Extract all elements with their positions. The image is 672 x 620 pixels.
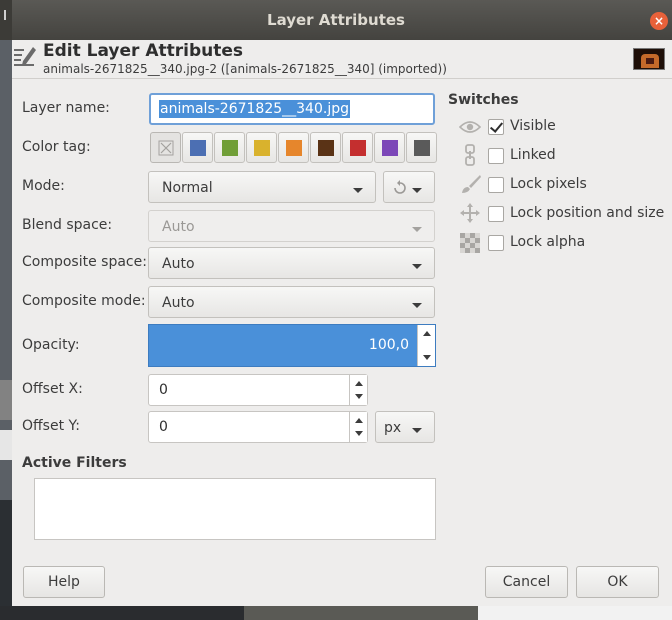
offset-x-value: 0 [159,382,168,398]
blend-space-dropdown[interactable]: Auto [148,210,435,242]
chevron-down-icon [412,227,422,232]
mode-reset-dropdown[interactable] [383,171,435,203]
lock-pixels-checkbox[interactable] [488,177,504,193]
color-tag-violet-button[interactable] [374,132,405,163]
composite-mode-dropdown[interactable]: Auto [148,286,435,318]
color-tag-red-swatch [350,140,366,156]
chevron-down-icon [353,188,363,193]
offset-x-spinner[interactable] [349,375,367,405]
reset-icon [394,180,406,194]
lock-position-checkbox[interactable] [488,206,504,222]
move-icon [460,203,480,223]
dialog-heading: Edit Layer Attributes [43,41,244,61]
background-window-edge [0,0,12,620]
color-tag-red-button[interactable] [342,132,373,163]
offset-x-input[interactable]: 0 [148,374,368,406]
dialog-subheading: animals-2671825__340.jpg-2 ([animals-267… [43,62,447,76]
active-filters-list[interactable] [34,478,436,540]
color-tag-yellow-button[interactable] [246,132,277,163]
color-tag-blue-swatch [190,140,206,156]
composite-mode-value: Auto [162,295,195,311]
color-tag-none-button[interactable] [150,132,181,163]
lock-position-label: Lock position and size [510,205,665,221]
chevron-down-icon [412,428,422,433]
chevron-down-icon [412,264,422,269]
color-tag-green-button[interactable] [214,132,245,163]
offset-y-spinner[interactable] [349,412,367,442]
cancel-button[interactable]: Cancel [485,566,568,598]
chevron-down-icon [412,303,422,308]
active-filters-heading: Active Filters [22,455,127,471]
color-tag-orange-swatch [286,140,302,156]
unit-value: px [384,420,402,436]
help-button[interactable]: Help [23,566,105,598]
layer-name-value: animals-2671825__340.jpg [159,100,350,118]
color-tag-yellow-swatch [254,140,270,156]
titlebar-edge [0,0,12,40]
lock-pixels-label: Lock pixels [510,176,587,192]
color-tag-blue-button[interactable] [182,132,213,163]
visible-label: Visible [510,118,556,134]
color-tag-brown-button[interactable] [310,132,341,163]
header-separator [12,78,672,79]
switches-heading: Switches [448,92,519,108]
chevron-down-icon [412,188,422,193]
composite-mode-label: Composite mode: [22,293,146,309]
lock-alpha-label: Lock alpha [510,234,586,250]
offset-y-value: 0 [159,419,168,435]
color-tag-violet-swatch [382,140,398,156]
layer-name-label: Layer name: [22,100,110,116]
visible-checkbox[interactable] [488,119,504,135]
color-tag-brown-swatch [318,140,334,156]
offset-y-label: Offset Y: [22,418,80,434]
lock-alpha-checkbox[interactable] [488,235,504,251]
layer-name-input[interactable]: animals-2671825__340.jpg [149,93,435,125]
close-button[interactable]: × [650,12,668,30]
composite-space-dropdown[interactable]: Auto [148,247,435,279]
linked-checkbox[interactable] [488,148,504,164]
paintbrush-icon [462,175,481,193]
eye-icon [459,121,481,133]
unit-dropdown[interactable]: px [375,411,435,443]
chain-icon [465,144,475,166]
blend-space-label: Blend space: [22,217,113,233]
composite-space-label: Composite space: [22,254,147,270]
background-window-bottom [0,606,672,620]
mode-dropdown[interactable]: Normal [148,171,376,203]
offset-x-label: Offset X: [22,381,83,397]
ok-button[interactable]: OK [576,566,659,598]
color-tag-orange-button[interactable] [278,132,309,163]
edit-layer-icon [14,47,36,66]
composite-space-value: Auto [162,256,195,272]
opacity-value: 100,0 [368,337,409,353]
window-title: Layer Attributes [267,11,405,29]
color-tag-label: Color tag: [22,139,91,155]
window-titlebar[interactable]: Layer Attributes [0,0,672,40]
color-tag-green-swatch [222,140,238,156]
checkerboard-icon [460,233,480,253]
layer-thumbnail [633,48,665,70]
linked-label: Linked [510,147,556,163]
mode-label: Mode: [22,178,65,194]
mode-value: Normal [162,180,213,196]
color-tag-gray-button[interactable] [406,132,437,163]
no-color-icon [158,140,174,156]
offset-y-input[interactable]: 0 [148,411,368,443]
opacity-label: Opacity: [22,337,80,353]
opacity-scale[interactable]: 100,0 [148,324,436,367]
blend-space-value: Auto [162,219,195,235]
opacity-spinner[interactable] [417,325,435,366]
color-tag-gray-swatch [414,140,430,156]
